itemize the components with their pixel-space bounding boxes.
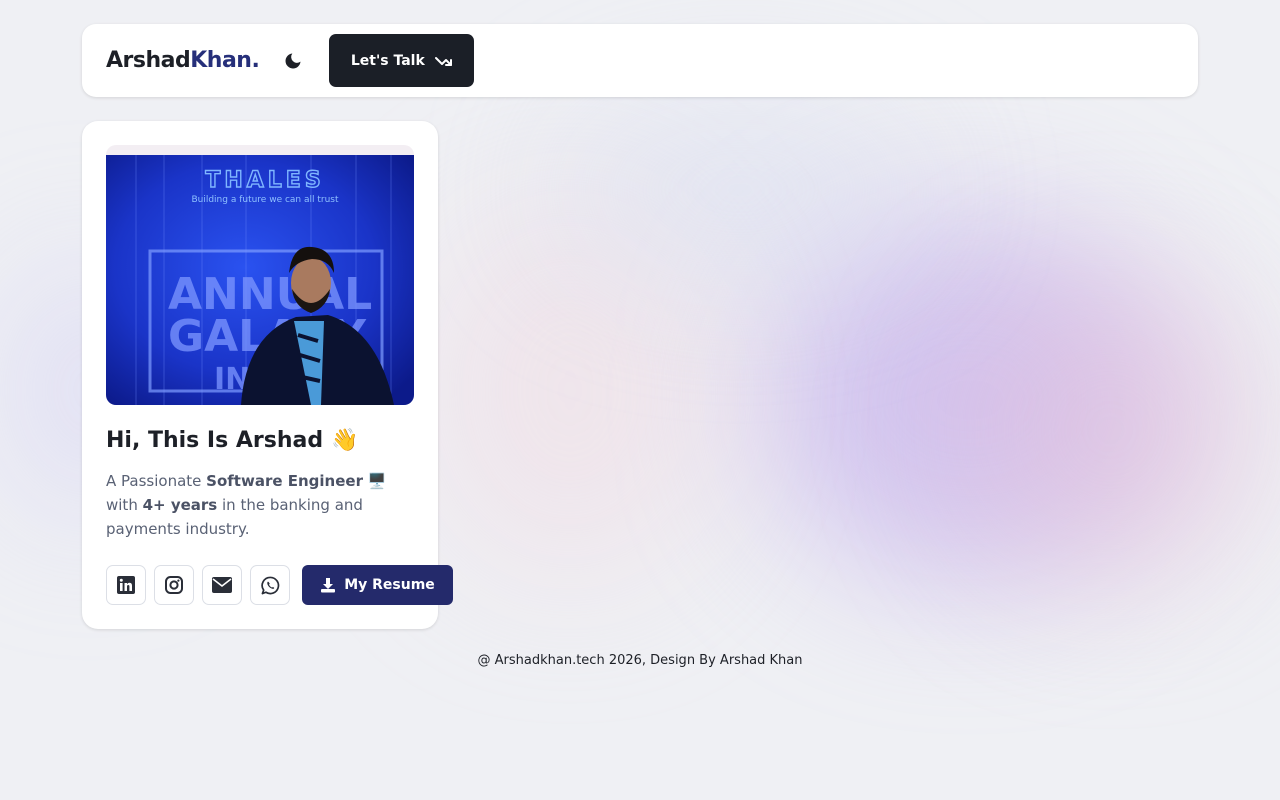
trending-arrow-icon <box>434 56 452 66</box>
envelope-icon <box>212 577 232 593</box>
banner-brand: THALES <box>205 168 324 193</box>
linkedin-icon <box>117 576 135 594</box>
background-glow <box>560 110 920 270</box>
footer-copyright: @ Arshadkhan.tech 2026, Design By Arshad… <box>477 653 803 668</box>
profile-photo: THALES Building a future we can all trus… <box>106 145 414 405</box>
resume-label: My Resume <box>344 577 435 593</box>
whatsapp-button[interactable] <box>250 565 290 605</box>
email-button[interactable] <box>202 565 242 605</box>
whatsapp-icon <box>260 576 279 594</box>
lets-talk-label: Let's Talk <box>350 52 425 69</box>
logo-accent: Khan. <box>190 48 260 73</box>
instagram-button[interactable] <box>154 565 194 605</box>
instagram-icon <box>165 576 183 594</box>
computer-icon: 🖥️ <box>367 472 387 490</box>
bio-prefix: A Passionate <box>106 472 207 490</box>
site-logo[interactable]: ArshadKhan. <box>106 48 260 73</box>
background-glow <box>760 220 1180 580</box>
banner-tagline: Building a future we can all trust <box>191 195 339 205</box>
bio-text: A Passionate Software Engineer 🖥️ with 4… <box>106 469 406 541</box>
bio-experience: 4+ years <box>142 496 218 514</box>
greeting-heading: Hi, This Is Arshad 👋 <box>106 428 359 453</box>
my-resume-button[interactable]: My Resume <box>302 565 453 605</box>
bio-role: Software Engineer <box>206 472 363 490</box>
moon-icon[interactable] <box>283 51 303 71</box>
top-navbar: ArshadKhan. Let's Talk <box>82 24 1198 97</box>
wave-hand-icon: 👋 <box>331 428 359 453</box>
social-links: My Resume <box>106 565 453 605</box>
download-icon <box>321 578 336 593</box>
background-glow <box>960 280 1260 580</box>
background-glow <box>420 200 720 580</box>
bio-middle: with <box>106 496 143 514</box>
profile-card: THALES Building a future we can all trus… <box>82 121 453 629</box>
logo-primary: Arshad <box>106 48 191 73</box>
linkedin-button[interactable] <box>106 565 146 605</box>
greeting-text: Hi, This Is Arshad <box>106 428 324 453</box>
lets-talk-button[interactable]: Let's Talk <box>329 34 475 87</box>
